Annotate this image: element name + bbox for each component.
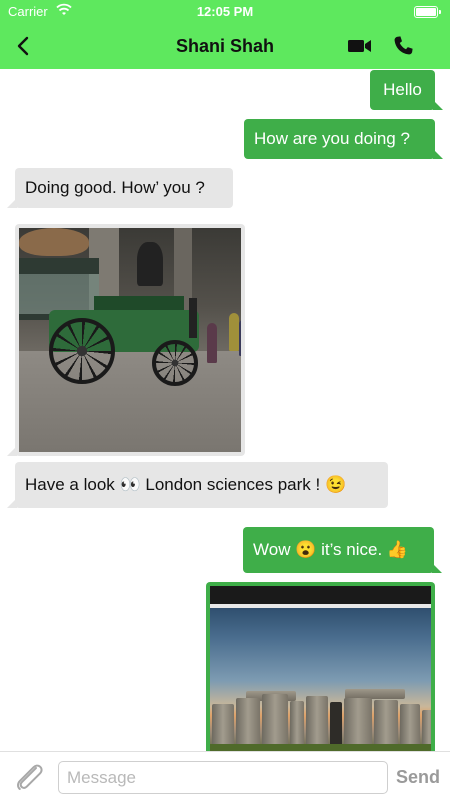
message-composer: Send (0, 751, 450, 800)
message-bubble-incoming[interactable]: Have a look 👀 London sciences park ! 😉 (7, 462, 388, 508)
image-message-outgoing[interactable] (206, 582, 435, 751)
phone-icon[interactable] (391, 34, 415, 58)
museum-steam-engine-photo[interactable] (19, 228, 241, 452)
stonehenge-photo[interactable] (210, 586, 431, 751)
message-text: Doing good. How’ you ? (25, 178, 205, 197)
message-text: How are you doing ? (254, 129, 410, 148)
image-message-incoming[interactable] (7, 224, 245, 456)
battery-icon (414, 6, 441, 18)
status-time: 12:05 PM (196, 4, 254, 19)
message-bubble-outgoing[interactable]: Wow 😮 it’s nice. 👍 (243, 527, 442, 573)
message-text: Hello (383, 80, 422, 99)
paperclip-icon[interactable] (12, 762, 46, 792)
message-bubble-outgoing[interactable]: How are you doing ? (244, 119, 443, 159)
message-text: Wow 😮 it’s nice. 👍 (253, 540, 409, 559)
message-input[interactable] (58, 761, 388, 794)
send-button[interactable]: Send (396, 767, 440, 788)
message-bubble-incoming[interactable]: Doing good. How’ you ? (7, 168, 233, 208)
video-camera-icon[interactable] (346, 36, 374, 56)
contact-name[interactable]: Shani Shah (0, 36, 450, 57)
chat-header: Shani Shah (0, 24, 450, 69)
message-list[interactable]: Hello How are you doing ? Doing good. Ho… (0, 69, 450, 751)
message-bubble-outgoing[interactable]: Hello (370, 70, 443, 110)
message-text: Have a look 👀 London sciences park ! 😉 (25, 475, 347, 494)
status-bar: Carrier 12:05 PM (0, 0, 450, 24)
